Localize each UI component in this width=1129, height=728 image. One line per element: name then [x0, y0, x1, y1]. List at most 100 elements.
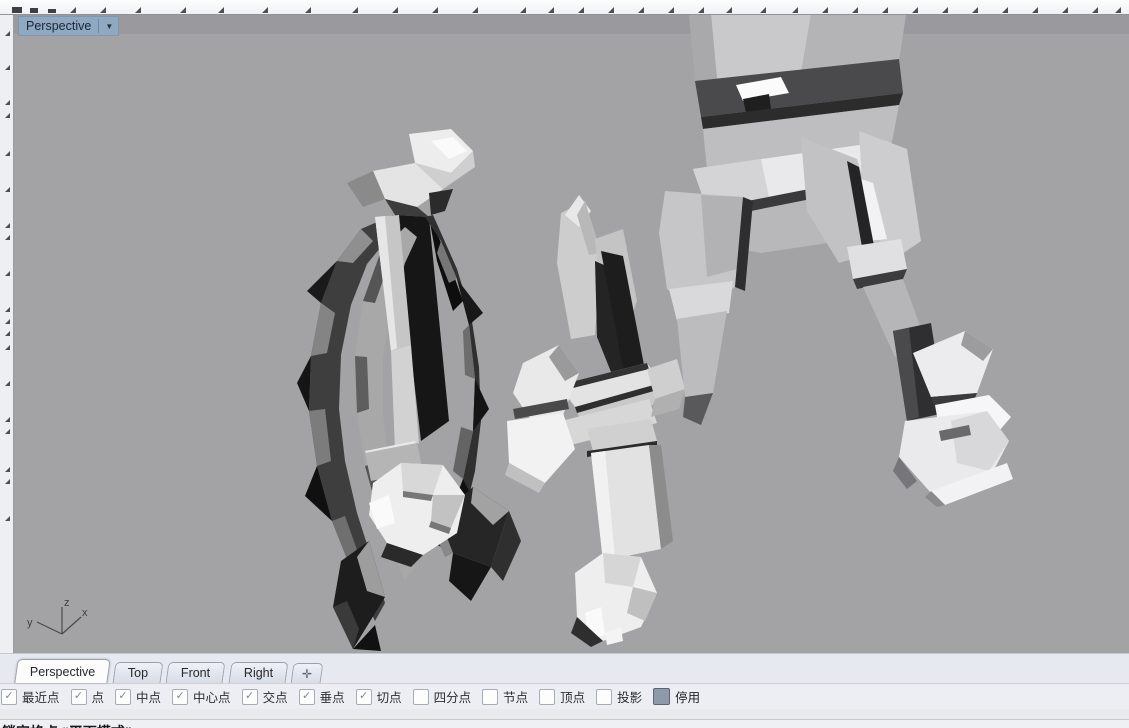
osnap-checkbox[interactable]: ✓ — [242, 689, 258, 705]
view-tab-right[interactable]: Right — [228, 662, 288, 683]
sidebar-flyout-arrow-icon[interactable] — [5, 429, 10, 434]
osnap-checkbox[interactable] — [482, 689, 498, 705]
osnap-checkbox[interactable] — [413, 689, 429, 705]
model-lower-body-with-legs-and-sneaker[interactable] — [659, 15, 1013, 507]
toolbar-flyout-arrow-icon[interactable] — [262, 7, 268, 13]
toolbar-flyout-arrow-icon[interactable] — [698, 7, 704, 13]
toolbar-flyout-arrow-icon[interactable] — [882, 7, 888, 13]
viewport-title-dropdown[interactable]: Perspective ▼ — [18, 16, 119, 36]
toolbar-flyout-arrow-icon[interactable] — [726, 7, 732, 13]
sidebar-flyout-arrow-icon[interactable] — [5, 381, 10, 386]
toolbar-flyout-arrow-icon[interactable] — [852, 7, 858, 13]
toolbar-flyout-arrow-icon[interactable] — [100, 7, 106, 13]
osnap-checkbox[interactable] — [539, 689, 555, 705]
osnap-checkbox[interactable]: ✓ — [356, 689, 372, 705]
toolbar-flyout-arrow-icon[interactable] — [135, 7, 141, 13]
osnap-checkbox[interactable]: ✓ — [299, 689, 315, 705]
sidebar-flyout-arrow-icon[interactable] — [5, 100, 10, 105]
toolbar-flyout-arrow-icon[interactable] — [1092, 7, 1098, 13]
sidebar-flyout-arrow-icon[interactable] — [5, 319, 10, 324]
osnap-disable[interactable]: 停用 — [653, 687, 700, 706]
osnap-item: 节点 — [482, 687, 528, 706]
view-tab-label: Top — [128, 666, 148, 680]
toolbar-flyout-arrow-icon[interactable] — [760, 7, 766, 13]
model-canvas[interactable] — [14, 15, 1129, 653]
divider — [98, 19, 99, 33]
viewport-perspective[interactable]: Perspective ▼ z x y — [14, 15, 1129, 653]
toolbar-flyout-arrow-icon[interactable] — [180, 7, 186, 13]
sidebar-flyout-arrow-icon[interactable] — [5, 31, 10, 36]
toolbar-flyout-arrow-icon[interactable] — [392, 7, 398, 13]
status-divider — [0, 719, 1129, 728]
osnap-label: 垂点 — [320, 687, 345, 706]
sidebar-flyout-arrow-icon[interactable] — [5, 307, 10, 312]
toolbar-flyout-arrow-icon[interactable] — [218, 7, 224, 13]
osnap-item: 四分点 — [413, 687, 472, 706]
view-tab-bar: Perspective Top FrontRight ✛ — [0, 653, 1129, 683]
toolbar-flyout-arrow-icon[interactable] — [1115, 7, 1121, 13]
osnap-checkbox[interactable]: ✓ — [115, 689, 131, 705]
disable-label: 停用 — [675, 687, 700, 706]
disable-toggle-box[interactable] — [653, 688, 670, 705]
osnap-label: 点 — [92, 687, 105, 706]
model-forearm-with-straps-shoe-and-fist[interactable] — [505, 195, 685, 647]
view-tab-top[interactable]: Top — [113, 662, 164, 683]
toolbar-icon-fragment[interactable] — [12, 7, 22, 13]
plus-icon: ✛ — [302, 667, 312, 681]
toolbar-flyout-arrow-icon[interactable] — [70, 7, 76, 13]
toolbar-flyout-arrow-icon[interactable] — [638, 7, 644, 13]
left-toolbar[interactable] — [0, 15, 14, 653]
osnap-checkbox[interactable]: ✓ — [172, 689, 188, 705]
toolbar-icon-fragment[interactable] — [30, 8, 38, 13]
sidebar-flyout-arrow-icon[interactable] — [5, 467, 10, 472]
toolbar-flyout-arrow-icon[interactable] — [1002, 7, 1008, 13]
toolbar-flyout-arrow-icon[interactable] — [1062, 7, 1068, 13]
toolbar-icon-fragment[interactable] — [48, 9, 56, 13]
toolbar-flyout-arrow-icon[interactable] — [668, 7, 674, 13]
toolbar-flyout-arrow-icon[interactable] — [608, 7, 614, 13]
toolbar-flyout-arrow-icon[interactable] — [912, 7, 918, 13]
toolbar-flyout-arrow-icon[interactable] — [792, 7, 798, 13]
sidebar-flyout-arrow-icon[interactable] — [5, 516, 10, 521]
toolbar-flyout-arrow-icon[interactable] — [352, 7, 358, 13]
sidebar-flyout-arrow-icon[interactable] — [5, 331, 10, 336]
sidebar-flyout-arrow-icon[interactable] — [5, 65, 10, 70]
toolbar-flyout-arrow-icon[interactable] — [548, 7, 554, 13]
osnap-checkbox[interactable] — [596, 689, 612, 705]
osnap-item: ✓ 中心点 — [172, 687, 231, 706]
chevron-down-icon[interactable]: ▼ — [102, 22, 116, 31]
sidebar-flyout-arrow-icon[interactable] — [5, 223, 10, 228]
osnap-item: 顶点 — [539, 687, 585, 706]
toolbar-flyout-arrow-icon[interactable] — [520, 7, 526, 13]
osnap-item: ✓ 垂点 — [299, 687, 345, 706]
osnap-item: ✓最近点 — [1, 687, 60, 706]
toolbar-flyout-arrow-icon[interactable] — [432, 7, 438, 13]
axis-label-z: z — [64, 597, 70, 609]
toolbar-flyout-arrow-icon[interactable] — [1032, 7, 1038, 13]
toolbar-flyout-arrow-icon[interactable] — [822, 7, 828, 13]
toolbar-flyout-arrow-icon[interactable] — [972, 7, 978, 13]
toolbar-flyout-arrow-icon[interactable] — [578, 7, 584, 13]
sidebar-flyout-arrow-icon[interactable] — [5, 113, 10, 118]
model-twin-braids-with-bow-and-fist[interactable] — [297, 129, 521, 651]
toolbar-flyout-arrow-icon[interactable] — [472, 7, 478, 13]
toolbar-flyout-arrow-icon[interactable] — [305, 7, 311, 13]
rhino-window: Perspective ▼ z x y Perspective Top FrontR… — [0, 0, 1129, 728]
view-tab-perspective[interactable]: Perspective — [14, 659, 111, 683]
sidebar-flyout-arrow-icon[interactable] — [5, 417, 10, 422]
osnap-checkbox[interactable]: ✓ — [1, 689, 17, 705]
add-viewport-tab-button[interactable]: ✛ — [290, 663, 323, 683]
sidebar-flyout-arrow-icon[interactable] — [5, 235, 10, 240]
sidebar-flyout-arrow-icon[interactable] — [5, 187, 10, 192]
osnap-label: 顶点 — [560, 687, 585, 706]
sidebar-flyout-arrow-icon[interactable] — [5, 151, 10, 156]
top-toolbar[interactable] — [0, 0, 1129, 15]
sidebar-flyout-arrow-icon[interactable] — [5, 479, 10, 484]
view-tabs: Perspective Top FrontRight ✛ — [0, 659, 327, 683]
view-tab-front[interactable]: Front — [166, 662, 226, 683]
sidebar-flyout-arrow-icon[interactable] — [5, 345, 10, 350]
osnap-label: 中心点 — [193, 687, 231, 706]
toolbar-flyout-arrow-icon[interactable] — [942, 7, 948, 13]
sidebar-flyout-arrow-icon[interactable] — [5, 271, 10, 276]
osnap-checkbox[interactable]: ✓ — [71, 689, 87, 705]
